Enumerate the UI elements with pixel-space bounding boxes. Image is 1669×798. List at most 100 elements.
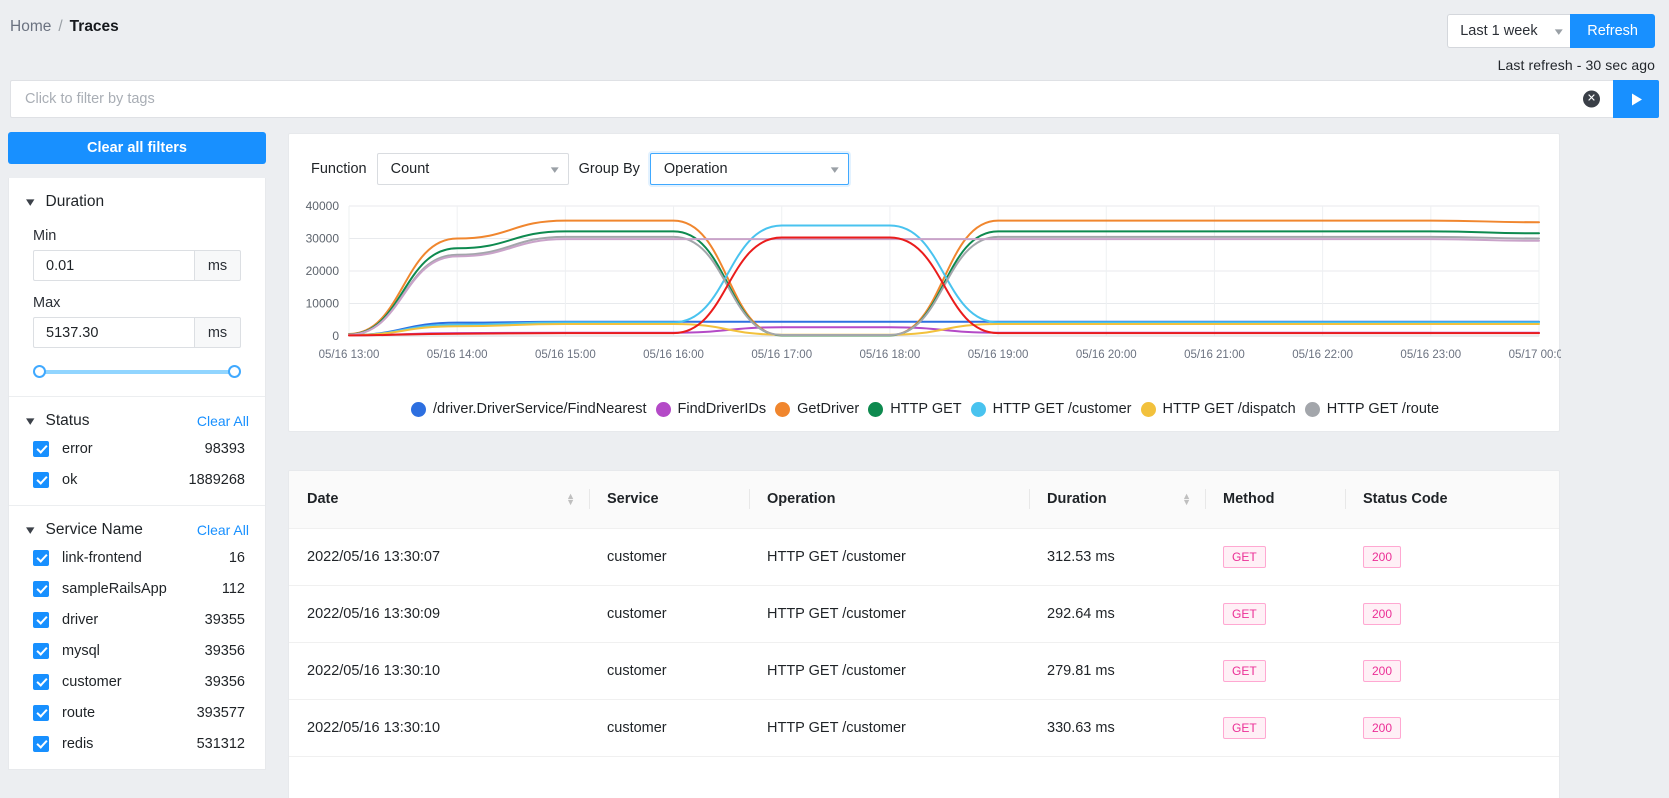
status-section-title: Status (45, 412, 90, 429)
status-checkbox-error[interactable] (33, 440, 49, 457)
service-name-clear-all-link[interactable]: Clear All (197, 522, 249, 538)
search-placeholder: Click to filter by tags (25, 91, 155, 107)
group-by-value: Operation (663, 161, 728, 177)
cell-duration: 330.63 ms (1029, 699, 1205, 757)
sort-icon[interactable]: ▲ ▼ (566, 492, 575, 507)
refresh-button[interactable]: Refresh (1570, 14, 1655, 48)
cell-duration: 279.81 ms (1029, 642, 1205, 700)
cell-method: GET (1205, 699, 1345, 757)
breadcrumb-home[interactable]: Home (10, 18, 51, 36)
cell-duration: 312.53 ms (1029, 528, 1205, 586)
chevron-down-icon: ▾ (831, 163, 840, 176)
status-badge: 200 (1363, 545, 1402, 568)
service-checkbox-customer[interactable] (33, 673, 49, 690)
chart-svg: 0 10000 20000 30000 40000 05/16 13:00 05/16 14… (306, 199, 1561, 361)
legend-item[interactable]: HTTP GET /dispatch (1140, 401, 1296, 417)
service-checkbox-redis[interactable] (33, 735, 49, 752)
column-header-operation[interactable]: Operation (749, 471, 1029, 529)
run-query-button[interactable] (1613, 80, 1659, 118)
svg-text:05/16 15:00: 05/16 15:00 (535, 349, 596, 361)
min-duration-input[interactable]: 0.01 (33, 250, 194, 281)
column-header-method[interactable]: Method (1205, 471, 1345, 529)
table-row[interactable]: 2022/05/16 13:30:10 customer HTTP GET /c… (289, 699, 1559, 757)
search-input[interactable]: Click to filter by tags ✕ (10, 80, 1613, 118)
legend-item[interactable]: FindDriverIDs (655, 401, 766, 417)
slider-handle-max[interactable] (228, 365, 241, 378)
svg-text:30000: 30000 (306, 232, 340, 246)
column-header-status-code[interactable]: Status Code (1345, 471, 1559, 529)
filter-card: ▾ Duration Min 0.01 ms Max 5137.30 ms ▾ … (8, 178, 266, 770)
traces-table-panel: Date ▲▼ Service Operation Duration ▲▼ (288, 470, 1560, 798)
chevron-down-icon[interactable]: ▾ (26, 413, 34, 429)
column-header-date[interactable]: Date ▲ ▼ (289, 471, 589, 529)
column-header-service[interactable]: Service (589, 471, 749, 529)
legend-color-swatch (775, 401, 791, 417)
table-row[interactable]: 2022/05/16 13:30:10 customer HTTP GET /c… (289, 642, 1559, 700)
list-item[interactable]: sampleRailsApp 112 (9, 573, 265, 604)
function-label: Function (311, 161, 367, 177)
duration-range-slider[interactable] (33, 364, 241, 380)
service-label: mysql (62, 642, 100, 659)
close-icon[interactable]: ✕ (1583, 90, 1600, 108)
breadcrumb-separator: / (58, 18, 63, 35)
legend-item[interactable]: HTTP GET /route (1304, 401, 1439, 417)
legend-label: HTTP GET /customer (992, 401, 1132, 417)
service-checkbox-link-frontend[interactable] (33, 549, 49, 566)
legend-color-swatch (868, 401, 884, 417)
function-select[interactable]: Count ▾ (376, 153, 569, 185)
group-by-select[interactable]: Operation ▾ (649, 153, 849, 185)
svg-text:05/16 13:00: 05/16 13:00 (319, 349, 380, 361)
service-label: route (62, 704, 96, 721)
cell-method: GET (1205, 585, 1345, 643)
status-badge: 200 (1363, 716, 1402, 739)
status-checkbox-ok[interactable] (33, 471, 49, 488)
chevron-down-icon[interactable]: ▾ (26, 522, 34, 538)
list-item[interactable]: ok 1889268 (9, 464, 265, 495)
clear-all-filters-button[interactable]: Clear all filters (8, 132, 266, 164)
legend-item[interactable]: HTTP GET /customer (970, 401, 1132, 417)
list-item[interactable]: error 98393 (9, 433, 265, 464)
table-row[interactable]: 2022/05/16 13:30:09 customer HTTP GET /c… (289, 585, 1559, 643)
svg-text:05/16 14:00: 05/16 14:00 (427, 349, 488, 361)
list-item[interactable]: link-frontend 16 (9, 542, 265, 573)
legend-item[interactable]: /driver.DriverService/FindNearest (410, 401, 647, 417)
slider-handle-min[interactable] (33, 365, 46, 378)
min-duration-row: 0.01 ms (33, 250, 241, 281)
service-checkbox-mysql[interactable] (33, 642, 49, 659)
svg-text:05/16 20:00: 05/16 20:00 (1076, 349, 1137, 361)
service-count: 16 (228, 549, 245, 566)
service-label: customer (62, 673, 122, 690)
svg-text:05/16 23:00: 05/16 23:00 (1400, 349, 1461, 361)
status-clear-all-link[interactable]: Clear All (197, 413, 249, 429)
svg-text:05/16 19:00: 05/16 19:00 (968, 349, 1029, 361)
legend-item[interactable]: HTTP GET (868, 401, 962, 417)
service-checkbox-route[interactable] (33, 704, 49, 721)
list-item[interactable]: driver 39355 (9, 604, 265, 635)
chevron-down-icon[interactable]: ▾ (26, 194, 34, 210)
list-item[interactable]: customer 39356 (9, 666, 265, 697)
status-label: ok (62, 471, 78, 488)
cell-service: customer (589, 528, 749, 586)
legend-color-swatch (1304, 401, 1320, 417)
service-checkbox-driver[interactable] (33, 611, 49, 628)
traces-timeseries-chart[interactable]: 0 10000 20000 30000 40000 05/16 13:00 05/16 14… (289, 196, 1561, 374)
service-name-options: link-frontend 16 sampleRailsApp 112 driv… (9, 542, 265, 759)
legend-item[interactable]: GetDriver (775, 401, 859, 417)
legend-label: /driver.DriverService/FindNearest (432, 401, 647, 417)
max-duration-input[interactable]: 5137.30 (33, 317, 194, 348)
list-item[interactable]: route 393577 (9, 697, 265, 728)
list-item[interactable]: redis 531312 (9, 728, 265, 759)
column-label: Method (1223, 491, 1275, 508)
column-label: Operation (767, 491, 836, 508)
cell-operation: HTTP GET /customer (749, 528, 1029, 586)
list-item[interactable]: mysql 39356 (9, 635, 265, 666)
column-header-duration[interactable]: Duration ▲ ▼ (1029, 471, 1205, 529)
time-range-select[interactable]: Last 1 week ▾ (1447, 14, 1571, 48)
max-duration-unit: ms (194, 317, 241, 348)
service-count: 39356 (204, 673, 245, 690)
service-checkbox-samplerailsapp[interactable] (33, 580, 49, 597)
traces-page: Home / Traces Last 1 week ▾ Refresh Last… (0, 0, 1669, 798)
legend-label: HTTP GET (890, 401, 962, 417)
table-row[interactable]: 2022/05/16 13:30:07 customer HTTP GET /c… (289, 528, 1559, 586)
sort-icon[interactable]: ▲ ▼ (1182, 492, 1191, 507)
